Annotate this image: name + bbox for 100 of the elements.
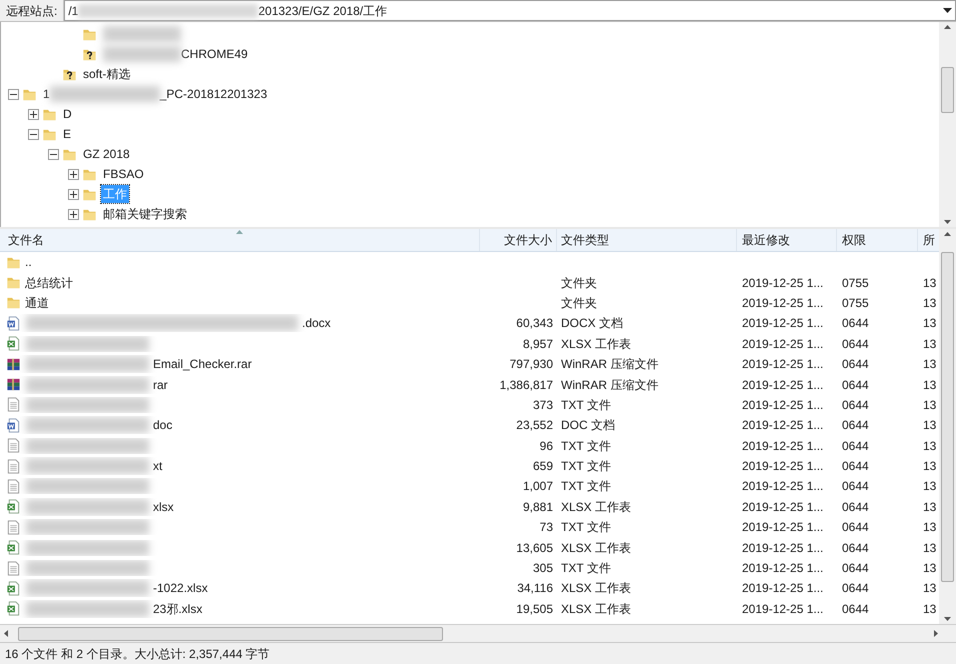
table-cell: 0644	[842, 398, 869, 412]
column-header[interactable]: 权限	[837, 229, 918, 251]
table-cell: 2019-12-25 1...	[742, 438, 824, 453]
table-cell: TXT 文件	[561, 398, 611, 412]
tree-item[interactable]: D	[61, 105, 74, 123]
expand-icon[interactable]	[68, 168, 79, 180]
scroll-right-arrow-icon[interactable]	[934, 630, 938, 637]
table-cell: 60,343	[516, 316, 553, 330]
file-name[interactable]: 通道	[25, 294, 49, 312]
table-cell: 2019-12-25 1...	[742, 561, 824, 576]
path-text: 201323/E/GZ 2018/工作	[258, 2, 388, 20]
table-cell: 8,957	[522, 336, 553, 351]
table-cell: 13	[923, 276, 936, 290]
dropdown-caret-icon	[943, 8, 952, 13]
table-cell: 0644	[842, 316, 869, 330]
spreadsheet-icon	[6, 601, 21, 616]
tree-item[interactable]: 1 _PC-201812201323	[41, 85, 270, 103]
status-text: 16 个文件 和 2 个目录。大小总计: 2,357,444 字节	[5, 646, 270, 662]
file-name[interactable]: Email_Checker.rar	[153, 355, 252, 374]
file-name[interactable]: .docx	[302, 314, 331, 332]
table-cell: 13,605	[516, 540, 553, 555]
vertical-scrollbar[interactable]	[939, 229, 956, 624]
scroll-up-arrow-icon[interactable]	[944, 25, 951, 29]
text-document-icon	[6, 478, 21, 494]
table-cell: 0755	[842, 296, 869, 310]
text-document-icon	[6, 438, 21, 454]
table-cell: TXT 文件	[561, 459, 611, 474]
table-cell: XLSX 工作表	[561, 500, 632, 514]
horizontal-scrollbar[interactable]	[0, 624, 956, 642]
address-label: 远程站点:	[0, 0, 64, 21]
scroll-up-arrow-icon[interactable]	[944, 232, 951, 236]
tree-item[interactable]: GZ 2018	[81, 145, 132, 163]
file-name[interactable]: rar	[153, 376, 168, 394]
file-name[interactable]: -1022.xlsx	[153, 579, 208, 598]
scroll-down-arrow-icon[interactable]	[944, 617, 951, 621]
address-field[interactable]: /1 201323/E/GZ 2018/工作	[64, 0, 956, 21]
table-cell: 0644	[842, 479, 869, 494]
spreadsheet-icon	[6, 580, 21, 596]
archive-books-icon	[6, 377, 21, 392]
collapse-icon[interactable]	[48, 148, 59, 160]
file-name[interactable]: ..	[25, 253, 32, 272]
table-cell: XLSX 工作表	[561, 540, 632, 555]
tree-item[interactable]: CHROME49	[101, 45, 250, 63]
scroll-down-arrow-icon[interactable]	[944, 220, 951, 224]
vertical-scrollbar[interactable]	[939, 22, 956, 227]
text-document-icon	[6, 560, 21, 576]
collapse-icon[interactable]	[8, 88, 19, 100]
expand-icon[interactable]	[68, 208, 79, 220]
column-header[interactable]: 文件大小	[480, 229, 557, 251]
table-cell: 797,930	[510, 357, 553, 372]
table-cell: 13	[923, 357, 936, 372]
table-cell: 13	[923, 438, 936, 453]
tree-item[interactable]: E	[61, 125, 74, 143]
table-cell: 2019-12-25 1...	[742, 479, 824, 494]
tree-item[interactable]: 邮箱关键字搜索	[101, 205, 189, 223]
table-cell: 2019-12-25 1...	[742, 378, 824, 392]
scrollbar-thumb[interactable]	[18, 626, 443, 640]
table-cell: 文件夹	[561, 296, 597, 310]
table-cell: 1,386,817	[500, 378, 553, 392]
collapse-icon[interactable]	[28, 128, 39, 140]
table-cell: 0644	[842, 357, 869, 372]
table-cell: TXT 文件	[561, 479, 611, 494]
expand-icon[interactable]	[28, 108, 39, 120]
table-cell: 2019-12-25 1...	[742, 316, 824, 330]
table-cell: 73	[540, 520, 553, 534]
tree-item[interactable]: FBSAO	[101, 165, 146, 183]
file-name[interactable]: 23邪.xlsx	[153, 600, 202, 618]
spreadsheet-icon	[6, 499, 21, 514]
table-cell: 13	[923, 479, 936, 494]
table-cell: 13	[923, 540, 936, 555]
table-cell: 96	[540, 438, 553, 453]
table-cell: 0644	[842, 602, 869, 616]
scrollbar-thumb[interactable]	[941, 252, 954, 582]
table-cell: 373	[532, 398, 553, 412]
table-cell: WinRAR 压缩文件	[561, 378, 658, 392]
expand-icon[interactable]	[68, 188, 79, 200]
file-name[interactable]: xlsx	[153, 498, 174, 516]
table-cell: 2019-12-25 1...	[742, 602, 824, 616]
table-cell: 0644	[842, 581, 869, 596]
table-cell: 2019-12-25 1...	[742, 581, 824, 596]
table-cell: 2019-12-25 1...	[742, 520, 824, 534]
table-cell: WinRAR 压缩文件	[561, 357, 658, 372]
table-cell: 2019-12-25 1...	[742, 357, 824, 372]
table-cell: DOCX 文档	[561, 316, 624, 330]
table-cell: 0644	[842, 378, 869, 392]
folder-icon	[6, 275, 21, 290]
file-name[interactable]: xt	[153, 457, 162, 476]
tree-item[interactable]: soft-精选	[81, 65, 132, 83]
table-cell: 2019-12-25 1...	[742, 296, 824, 310]
column-header[interactable]: 文件类型	[557, 229, 737, 251]
table-cell: 13	[923, 602, 936, 616]
table-cell: 305	[532, 561, 553, 576]
column-header[interactable]: 最近修改	[737, 229, 837, 251]
scrollbar-thumb[interactable]	[941, 66, 954, 112]
file-name[interactable]: 总结统计	[25, 274, 73, 292]
scroll-left-arrow-icon[interactable]	[4, 630, 8, 637]
file-name[interactable]: doc	[153, 416, 172, 434]
word-document-icon	[6, 316, 21, 331]
word-document-icon	[6, 418, 21, 433]
table-cell: 13	[923, 500, 936, 514]
